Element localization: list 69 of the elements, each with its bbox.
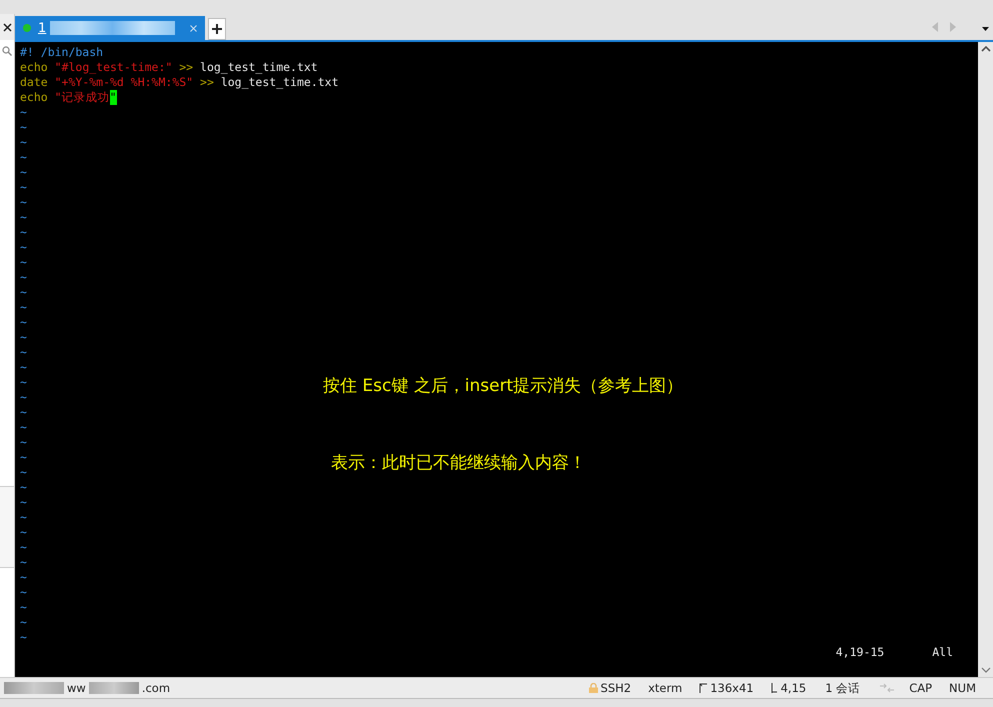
empty-line-marker: ~ [20,630,27,645]
empty-line-marker: ~ [20,405,27,420]
empty-line-marker: ~ [20,465,27,480]
empty-line-marker: ~ [20,345,27,360]
terminal-type-text: xterm [648,681,682,695]
annotation-text: 表示：此时已不能继续输入内容！ [331,452,586,474]
plus-icon [212,24,222,34]
empty-line-marker: ~ [20,585,27,600]
empty-line-marker: ~ [20,135,27,150]
empty-line-marker: ~ [20,270,27,285]
empty-line-marker: ~ [20,120,27,135]
scroll-up-icon[interactable] [980,46,990,52]
empty-line-marker: ~ [20,225,27,240]
empty-line-marker: ~ [20,540,27,555]
protocol-text: SSH2 [600,681,632,695]
search-icon[interactable] [2,46,12,56]
caps-lock-indicator: CAP [909,681,932,695]
empty-line-marker: ~ [20,495,27,510]
cursor-text: 4,15 [780,681,806,695]
empty-line-marker: ~ [20,390,27,405]
empty-line-marker: ~ [20,555,27,570]
empty-line-marker: ~ [20,150,27,165]
empty-line-marker: ~ [20,510,27,525]
empty-line-marker: ~ [20,525,27,540]
empty-line-marker: ~ [20,240,27,255]
scroll-down-icon[interactable] [980,667,990,673]
session-tab[interactable]: 1 [15,16,205,40]
host-text: ww [67,681,86,695]
empty-line-marker: ~ [20,570,27,585]
empty-line-marker: ~ [20,360,27,375]
num-lock-indicator: NUM [949,681,976,695]
empty-line-marker: ~ [20,375,27,390]
empty-line-marker: ~ [20,105,27,120]
cursor-position: 4,19-15 [836,645,884,660]
lock-icon [588,683,598,693]
session-count: 1 会话 [825,680,860,696]
host-text: .com [142,681,170,695]
scroll-position: All [932,645,953,660]
close-icon[interactable] [0,14,14,40]
tab-label: 1 [38,20,46,36]
empty-line-marker: ~ [20,330,27,345]
empty-line-marker: ~ [20,315,27,330]
cursor-icon [770,683,778,693]
empty-line-marker: ~ [20,255,27,270]
blurred-text [88,682,139,694]
empty-line-marker: ~ [20,210,27,225]
empty-line-marker: ~ [20,180,27,195]
resize-icon [699,683,708,693]
code-line: date "+%Y-%m-%d %H:%M:%S" >> log_test_time.txt [20,75,340,90]
size-text: 136x41 [710,681,754,695]
code-line: echo "#log_test-time:" >> log_test_time.txt [20,60,319,75]
empty-line-marker: ~ [20,480,27,495]
code-line: #! /bin/bash [20,45,104,60]
dropdown-icon[interactable] [982,27,989,31]
annotation-text: 按住 Esc键 之后，insert提示消失（参考上图） [323,375,684,397]
code-line: echo "记录成功" [20,90,118,105]
scrollbar[interactable] [978,42,993,677]
new-tab-button[interactable] [208,18,226,40]
empty-line-marker: ~ [20,420,27,435]
empty-line-marker: ~ [20,165,27,180]
empty-line-marker: ~ [20,600,27,615]
empty-line-marker: ~ [20,195,27,210]
empty-line-marker: ~ [20,450,27,465]
empty-line-marker: ~ [20,300,27,315]
empty-line-marker: ~ [20,435,27,450]
empty-line-marker: ~ [20,615,27,630]
blurred-text [4,682,64,694]
empty-line-marker: ~ [20,285,27,300]
transfer-icon [879,683,896,693]
